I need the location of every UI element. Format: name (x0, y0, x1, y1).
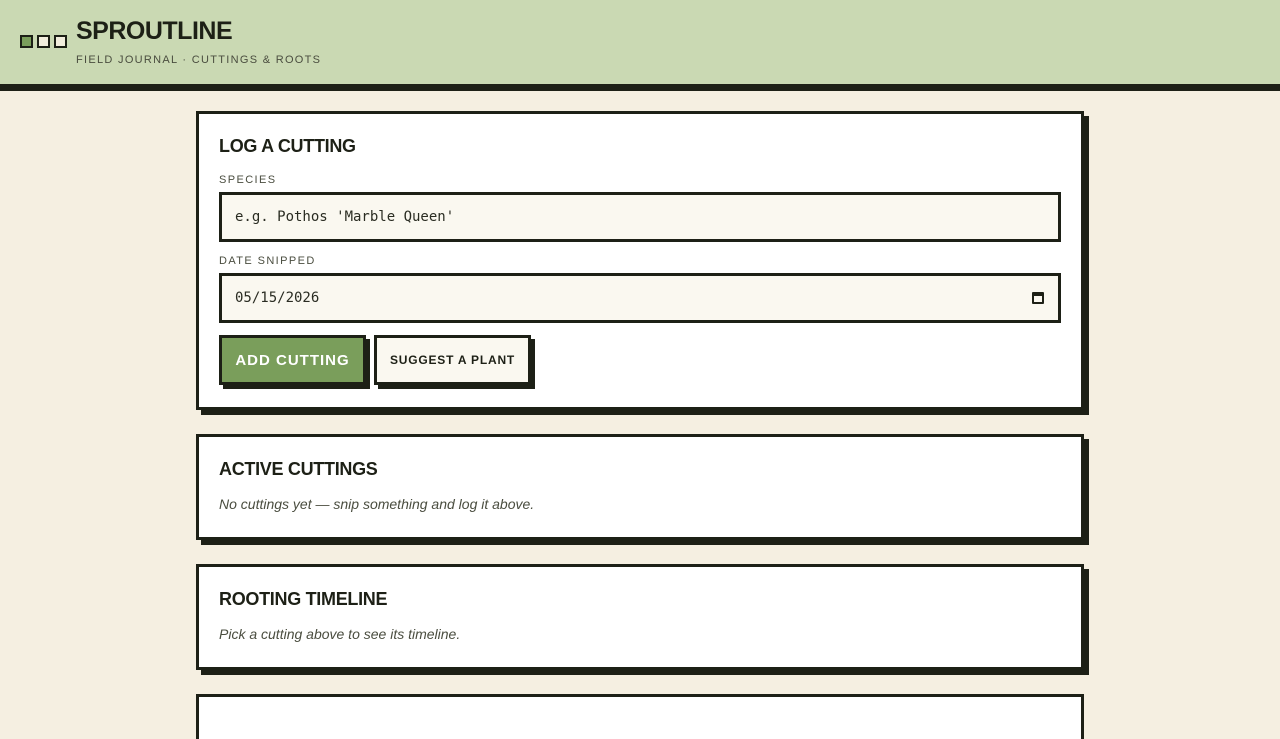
date-snipped-input[interactable]: 05/15/2026 (219, 273, 1061, 323)
rooting-timeline-card: ROOTING TIMELINE Pick a cutting above to… (196, 564, 1084, 670)
next-card-partial (196, 694, 1084, 739)
app-title: SPROUTLINE (76, 17, 233, 45)
form-actions: ADD CUTTING SUGGEST A PLANT (219, 335, 1061, 385)
log-cutting-heading: LOG A CUTTING (219, 136, 356, 156)
log-cutting-card: LOG A CUTTING SPECIES e.g. Pothos 'Marbl… (196, 111, 1084, 410)
date-snipped-value: 05/15/2026 (235, 290, 320, 306)
active-cuttings-card: ACTIVE CUTTINGS No cuttings yet — snip s… (196, 434, 1084, 540)
add-cutting-button[interactable]: ADD CUTTING (219, 335, 366, 385)
active-cuttings-heading: ACTIVE CUTTINGS (219, 459, 378, 479)
app-subtitle: FIELD JOURNAL · CUTTINGS & ROOTS (76, 54, 322, 66)
suggest-plant-button[interactable]: SUGGEST A PLANT (374, 335, 531, 385)
species-input[interactable]: e.g. Pothos 'Marble Queen' (219, 192, 1061, 242)
rooting-timeline-empty-message: Pick a cutting above to see its timeline… (219, 626, 461, 642)
active-cuttings-empty-message: No cuttings yet — snip something and log… (219, 496, 535, 512)
species-label: SPECIES (219, 174, 277, 186)
app-header: SPROUTLINE FIELD JOURNAL · CUTTINGS & RO… (0, 0, 1280, 91)
calendar-icon[interactable] (1032, 292, 1044, 304)
date-snipped-label: DATE SNIPPED (219, 255, 316, 267)
logo-squares-icon (20, 35, 67, 48)
rooting-timeline-heading: ROOTING TIMELINE (219, 589, 388, 609)
species-placeholder: e.g. Pothos 'Marble Queen' (235, 209, 455, 225)
